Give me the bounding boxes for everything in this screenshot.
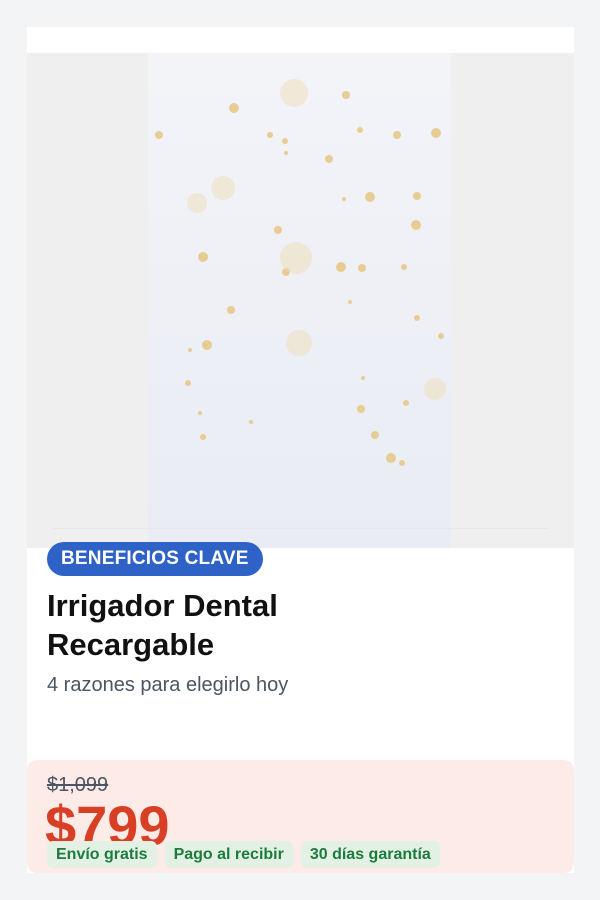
product-image-sparkles (148, 53, 451, 548)
product-card: BENEFICIOS CLAVE Irrigador Dental Recarg… (27, 27, 574, 873)
chip-cash-on-delivery: Pago al recibir (164, 841, 293, 868)
product-image (27, 53, 574, 548)
section-divider (53, 528, 548, 529)
chip-guarantee: 30 días garantía (300, 841, 440, 868)
product-title: Irrigador Dental Recargable (47, 588, 278, 662)
price-panel: $1,099 $799 Envío gratis Pago al recibir… (27, 760, 574, 873)
chip-free-shipping: Envío gratis (47, 841, 157, 868)
benefit-chips: Envío gratis Pago al recibir 30 días gar… (47, 841, 440, 868)
benefits-badge: BENEFICIOS CLAVE (47, 542, 263, 576)
sparkle-pattern-icon (155, 79, 446, 466)
product-subtitle: 4 razones para elegirlo hoy (47, 674, 289, 696)
